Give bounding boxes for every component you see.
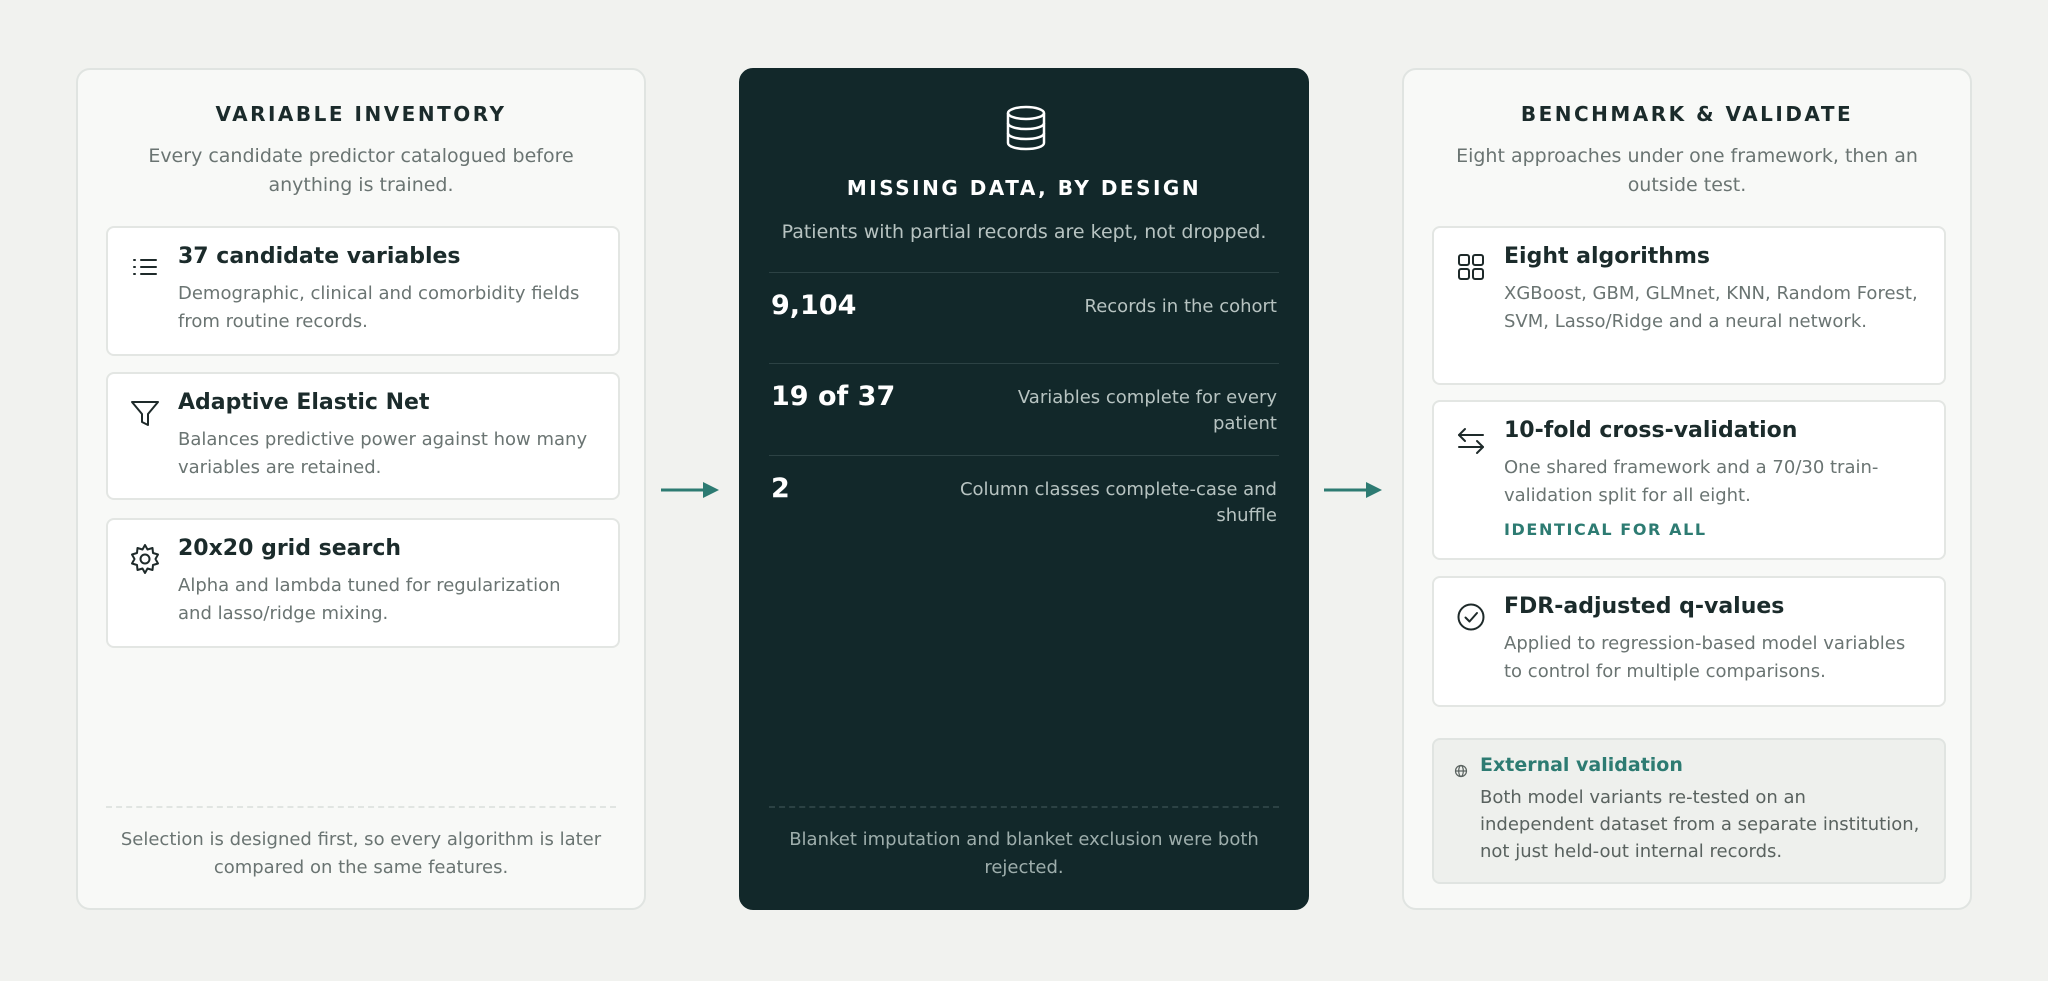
database-icon [1003,104,1049,152]
card-cross-validation: 10-fold cross-validation One shared fram… [1432,400,1946,560]
card-candidate-variables: 37 candidate variables Demographic, clin… [106,226,620,356]
card-title: 10-fold cross-validation [1504,418,1798,443]
card-text: XGBoost, GBM, GLMnet, KNN, Random Forest… [1504,283,1918,332]
card-text: Applied to regression-based model variab… [1504,633,1906,682]
identical-tag: IDENTICAL FOR ALL [1504,520,1707,539]
card-eight-algorithms: Eight algorithms XGBoost, GBM, GLMnet, K… [1432,226,1946,385]
row-divider [769,272,1279,273]
stat-label: Variables complete for every patient [1017,387,1277,434]
check-circle-icon [1454,600,1488,634]
row-divider [769,363,1279,364]
variable-inventory-panel: VARIABLE INVENTORY Every candidate predi… [76,68,646,910]
grid-icon [1454,250,1488,284]
card-title: 37 candidate variables [178,244,461,269]
flow-arrow-2 [1324,478,1384,502]
panel-subtitle: Eight approaches under one framework, th… [1456,145,1918,196]
stat-value: 2 [771,473,790,504]
external-validation-text: Both model variants re-tested on an inde… [1480,787,1920,862]
card-title: Adaptive Elastic Net [178,390,430,415]
list-icon [128,250,162,284]
panel-title: VARIABLE INVENTORY [215,102,507,126]
swap-arrows-icon [1454,424,1488,458]
stat-label: Column classes complete-case and shuffle [959,479,1277,526]
panel-subtitle: Patients with partial records are kept, … [781,221,1267,243]
gear-icon [128,542,162,576]
row-divider [769,455,1279,456]
card-title: FDR-adjusted q-values [1504,594,1785,619]
missing-data-panel: MISSING DATA, BY DESIGN Patients with pa… [739,68,1309,910]
card-text: Demographic, clinical and comorbidity fi… [178,283,580,332]
external-validation-title: External validation [1480,754,1683,776]
globe-icon [1454,764,1468,778]
footer-divider [769,806,1279,808]
stat-value: 19 of 37 [771,381,896,412]
filter-icon [128,396,162,430]
external-validation-box: External validation Both model variants … [1432,738,1946,884]
benchmark-validate-panel: BENCHMARK & VALIDATE Eight approaches un… [1402,68,1972,910]
card-text: Balances predictive power against how ma… [178,429,588,478]
stat-label: Records in the cohort [1084,296,1277,317]
panel-footer: Selection is designed first, so every al… [120,829,602,878]
card-adaptive-elastic-net: Adaptive Elastic Net Balances predictive… [106,372,620,500]
card-fdr-q-values: FDR-adjusted q-values Applied to regress… [1432,576,1946,707]
card-grid-search: 20x20 grid search Alpha and lambda tuned… [106,518,620,648]
card-text: One shared framework and a 70/30 train-v… [1504,457,1879,506]
card-text: Alpha and lambda tuned for regularizatio… [178,575,561,624]
stat-value: 9,104 [771,290,857,321]
card-title: 20x20 grid search [178,536,402,561]
card-title: Eight algorithms [1504,244,1710,269]
panel-title: MISSING DATA, BY DESIGN [846,176,1202,200]
panel-subtitle: Every candidate predictor catalogued bef… [148,145,574,196]
panel-title: BENCHMARK & VALIDATE [1520,102,1854,126]
panel-footer: Blanket imputation and blanket exclusion… [789,829,1259,878]
flow-arrow-1 [661,478,721,502]
footer-divider [106,806,616,808]
